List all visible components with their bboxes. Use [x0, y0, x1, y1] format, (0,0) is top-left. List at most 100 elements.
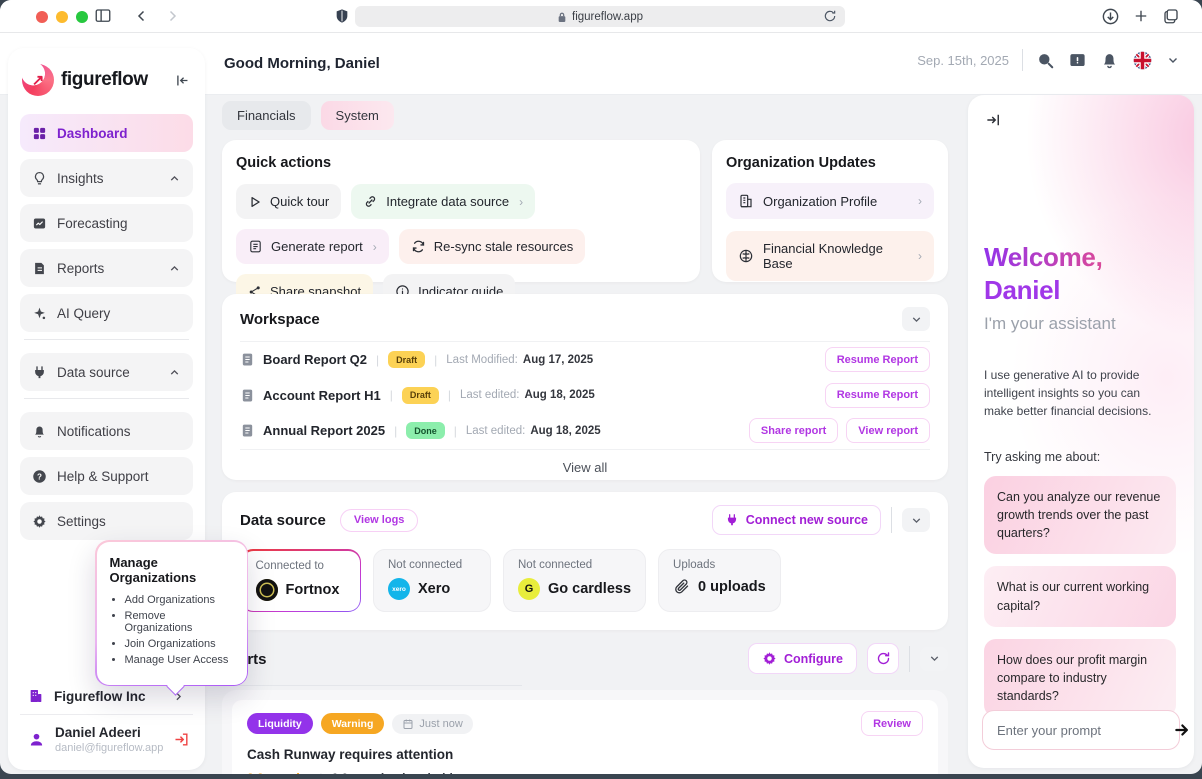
lock-icon: [557, 11, 567, 23]
close-window-button[interactable]: [36, 11, 48, 23]
view-all-link[interactable]: View all: [240, 449, 930, 475]
chevron-up-icon[interactable]: [168, 366, 181, 379]
header-divider: [1022, 49, 1023, 71]
organization-profile-button[interactable]: Organization Profile ›: [726, 183, 934, 219]
search-icon[interactable]: [1036, 51, 1055, 70]
sidebar-item-settings[interactable]: Settings: [20, 502, 193, 540]
configure-alerts-button[interactable]: Configure: [748, 643, 857, 674]
sidebar-item-data-source[interactable]: Data source: [20, 353, 193, 391]
date-label: Last edited:: [460, 389, 519, 401]
view-report-button[interactable]: View report: [846, 418, 930, 443]
assistant-description: I use generative AI to provide intellige…: [984, 366, 1162, 420]
source-card-fortnox[interactable]: Connected to Fortnox: [242, 551, 360, 611]
sidebar-item-reports[interactable]: Reports: [20, 249, 193, 287]
forward-icon[interactable]: [163, 7, 181, 25]
reports-doc-icon: [32, 261, 47, 276]
popup-item-add-organizations[interactable]: Add Organizations: [125, 594, 234, 606]
doc-icon: [240, 423, 255, 438]
popup-item-remove-organizations[interactable]: Remove Organizations: [125, 610, 234, 634]
url-text: figureflow.app: [572, 11, 643, 23]
date-value: Aug 18, 2025: [524, 389, 594, 401]
insights-bulb-icon: [32, 171, 47, 186]
report-name[interactable]: Board Report Q2: [263, 352, 367, 367]
generate-report-button[interactable]: Generate report ›: [236, 229, 389, 264]
view-logs-button[interactable]: View logs: [340, 509, 419, 532]
alert-metric-threshold: 6.0 months threshold: [331, 771, 452, 774]
report-name[interactable]: Account Report H1: [263, 388, 381, 403]
connect-new-source-button[interactable]: Connect new source: [712, 505, 881, 535]
browser-sidebar-icon[interactable]: [94, 7, 112, 25]
assistant-welcome-line1: Welcome,: [984, 242, 1178, 273]
tab-overview-icon[interactable]: [1162, 7, 1180, 25]
data-source-collapse-button[interactable]: [902, 508, 930, 532]
downloads-icon[interactable]: [1101, 7, 1120, 26]
user-profile[interactable]: Daniel Adeeri daniel@figureflow.app: [20, 714, 193, 756]
date-label: Last Modified:: [446, 354, 518, 366]
source-card-gocardless[interactable]: Not connected G Go cardless: [503, 549, 646, 612]
maximize-window-button[interactable]: [76, 11, 88, 23]
resume-report-button[interactable]: Resume Report: [825, 383, 930, 408]
calendar-icon: [402, 718, 414, 730]
refresh-alerts-button[interactable]: [867, 643, 899, 674]
sidebar-item-label: Settings: [57, 514, 106, 529]
integrate-data-source-button[interactable]: Integrate data source ›: [351, 184, 535, 219]
sidebar-item-insights[interactable]: Insights: [20, 159, 193, 197]
feedback-icon[interactable]: [1068, 51, 1087, 70]
ai-assistant-panel: Welcome, Daniel I'm your assistant I use…: [968, 95, 1194, 768]
quick-tour-button[interactable]: Quick tour: [236, 184, 341, 219]
divider: [909, 646, 910, 672]
prompt-bar: [982, 710, 1180, 750]
assistant-collapse-icon[interactable]: [984, 111, 1002, 129]
resync-resources-button[interactable]: Re-sync stale resources: [399, 229, 585, 264]
sidebar-item-help-support[interactable]: ? Help & Support: [20, 457, 193, 495]
suggestion-chip[interactable]: What is our current working capital?: [984, 566, 1176, 626]
workspace-row: Annual Report 2025 | Done | Last edited:…: [240, 413, 930, 449]
source-card-xero[interactable]: Not connected xero Xero: [373, 549, 491, 612]
sidebar-item-notifications[interactable]: Notifications: [20, 412, 193, 450]
address-bar[interactable]: figureflow.app: [355, 6, 845, 27]
resume-report-button[interactable]: Resume Report: [825, 347, 930, 372]
sidebar-collapse-icon[interactable]: [174, 72, 191, 89]
profile-menu-chevron-icon[interactable]: [1166, 53, 1180, 67]
sidebar-item-forecasting[interactable]: Forecasting: [20, 204, 193, 242]
privacy-shield-icon[interactable]: [334, 7, 350, 25]
report-name[interactable]: Annual Report 2025: [263, 423, 385, 438]
alert-title: Cash Runway requires attention: [247, 747, 923, 762]
app-window: figureflow.app Good Morning, Daniel Sep.…: [0, 0, 1202, 774]
alerts-collapse-button[interactable]: [920, 647, 948, 671]
reload-icon[interactable]: [823, 9, 837, 23]
organization-updates-card: Organization Updates Organization Profil…: [712, 140, 948, 282]
tab-financials[interactable]: Financials: [222, 101, 311, 130]
share-report-button[interactable]: Share report: [749, 418, 838, 443]
sidebar-item-ai-query[interactable]: AI Query: [20, 294, 193, 332]
divider: [891, 507, 892, 533]
popup-item-manage-user-access[interactable]: Manage User Access: [125, 654, 234, 666]
review-alert-button[interactable]: Review: [861, 711, 923, 736]
sidebar-item-dashboard[interactable]: Dashboard: [20, 114, 193, 152]
logout-icon[interactable]: [173, 731, 190, 748]
assistant-subtitle: I'm your assistant: [984, 314, 1178, 334]
gear-icon: [762, 651, 777, 666]
suggestion-chip[interactable]: Can you analyze our revenue growth trend…: [984, 476, 1176, 554]
notifications-bell-icon[interactable]: [1100, 51, 1119, 70]
tab-system[interactable]: System: [321, 101, 394, 130]
chevron-right-icon: ›: [373, 240, 377, 254]
source-card-uploads[interactable]: Uploads 0 uploads: [658, 549, 781, 612]
prompt-input[interactable]: [997, 723, 1173, 738]
language-flag-icon[interactable]: [1132, 50, 1153, 71]
back-icon[interactable]: [133, 7, 151, 25]
financial-knowledge-base-button[interactable]: Financial Knowledge Base ›: [726, 231, 934, 281]
sidebar-divider: [24, 339, 189, 340]
gocardless-logo-icon: G: [518, 578, 540, 600]
workspace-collapse-button[interactable]: [902, 307, 930, 331]
popup-item-join-organizations[interactable]: Join Organizations: [125, 638, 234, 650]
chevron-up-icon[interactable]: [168, 172, 181, 185]
suggestion-chip[interactable]: How does our profit margin compare to in…: [984, 639, 1176, 717]
send-icon[interactable]: [1173, 721, 1191, 739]
new-tab-icon[interactable]: [1132, 7, 1150, 25]
chevron-up-icon[interactable]: [168, 262, 181, 275]
source-status: Connected to: [256, 560, 346, 572]
minimize-window-button[interactable]: [56, 11, 68, 23]
workspace-title: Workspace: [240, 311, 320, 328]
sidebar-item-label: AI Query: [57, 306, 110, 321]
